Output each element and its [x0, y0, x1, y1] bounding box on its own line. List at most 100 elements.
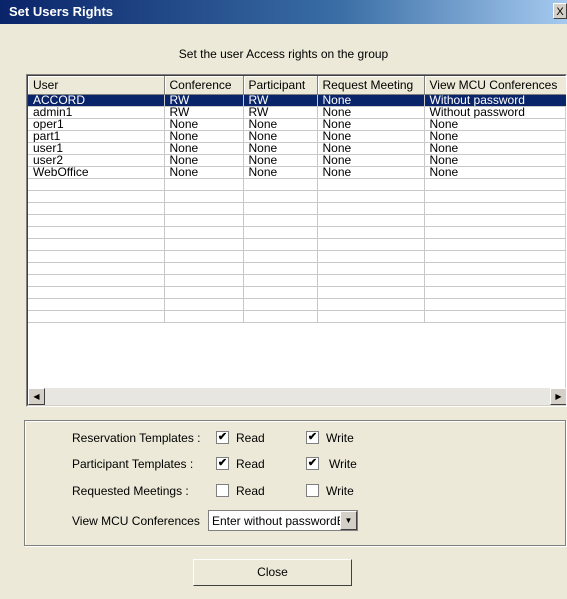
cell-view-mcu-conferences: None [424, 130, 566, 143]
view-mcu-conferences-dropdown[interactable]: Enter without passwordEnter without pass… [208, 510, 358, 531]
cell-view-mcu-conferences [424, 274, 566, 287]
arrow-right-icon[interactable]: ▶ [550, 388, 566, 405]
cell-user [28, 190, 165, 203]
table-row[interactable]: admin1 RW RW None Without password [28, 106, 566, 119]
table-row[interactable]: user2 None None None None [28, 154, 566, 167]
cell-user [28, 274, 165, 287]
participant-templates-write-checkbox[interactable]: ✔ [306, 457, 319, 470]
instructions-caption: Set the user Access rights on the group [178, 47, 389, 61]
cell-conference: None [164, 142, 244, 155]
participant-templates-read-label: Read [236, 457, 265, 471]
cell-participant [243, 214, 318, 227]
cell-view-mcu-conferences [424, 250, 566, 263]
cell-conference: None [164, 130, 244, 143]
close-window-button[interactable]: X [553, 3, 567, 19]
cell-request-meeting [317, 202, 425, 215]
empty-table-row [28, 310, 566, 323]
cell-user [28, 202, 165, 215]
reservation-templates-write-checkbox[interactable]: ✔ [306, 431, 319, 444]
requested-meetings-read-checkbox[interactable] [216, 484, 229, 497]
reservation-templates-read-label: Read [236, 431, 265, 445]
cell-view-mcu-conferences [424, 190, 566, 203]
column-header-view-mcu-conferences[interactable]: View MCU Conferences [424, 76, 566, 95]
cell-view-mcu-conferences: None [424, 166, 566, 179]
cell-conference [164, 214, 244, 227]
participant-templates-read-checkbox[interactable]: ✔ [216, 457, 229, 470]
cell-view-mcu-conferences [424, 202, 566, 215]
column-header-user[interactable]: User [28, 76, 165, 95]
reservation-templates-label: Reservation Templates : [72, 431, 201, 445]
column-header-request-meeting[interactable]: Request Meeting [317, 76, 425, 95]
cell-request-meeting: None [317, 130, 425, 143]
cell-view-mcu-conferences: Without password [424, 94, 566, 107]
column-header-conference[interactable]: Conference [164, 76, 244, 95]
cell-participant: RW [243, 94, 318, 107]
cell-request-meeting: None [317, 154, 425, 167]
cell-participant: None [243, 166, 318, 179]
cell-request-meeting: None [317, 118, 425, 131]
cell-user [28, 178, 165, 191]
empty-table-row [28, 178, 566, 191]
user-rights-table: User Conference Participant Request Meet… [26, 74, 567, 407]
cell-participant [243, 202, 318, 215]
cell-view-mcu-conferences: None [424, 142, 566, 155]
cell-conference [164, 226, 244, 239]
cell-conference: RW [164, 94, 244, 107]
cell-conference [164, 250, 244, 263]
cell-conference [164, 310, 244, 323]
arrow-left-icon[interactable]: ◀ [28, 388, 45, 405]
cell-participant [243, 226, 318, 239]
close-button[interactable]: Close [193, 559, 352, 586]
cell-participant: None [243, 154, 318, 167]
cell-request-meeting: None [317, 106, 425, 119]
cell-request-meeting [317, 238, 425, 251]
cell-participant: RW [243, 106, 318, 119]
cell-conference: None [164, 166, 244, 179]
cell-view-mcu-conferences: None [424, 118, 566, 131]
cell-conference [164, 202, 244, 215]
cell-view-mcu-conferences [424, 226, 566, 239]
table-row[interactable]: user1 None None None None [28, 142, 566, 155]
cell-user [28, 214, 165, 227]
table-row[interactable]: oper1 None None None None [28, 118, 566, 131]
cell-view-mcu-conferences [424, 178, 566, 191]
cell-participant [243, 190, 318, 203]
requested-meetings-write-label: Write [326, 484, 354, 498]
cell-view-mcu-conferences: None [424, 154, 566, 167]
cell-participant [243, 286, 318, 299]
view-mcu-conferences-selected: Enter without passwordEnter without pass… [212, 514, 340, 528]
cell-user [28, 298, 165, 311]
reservation-templates-write-label: Write [326, 431, 354, 445]
column-header-participant[interactable]: Participant [243, 76, 318, 95]
cell-conference [164, 286, 244, 299]
horizontal-scrollbar[interactable]: ◀ ▶ [28, 388, 566, 405]
cell-user [28, 310, 165, 323]
participant-templates-label: Participant Templates : [72, 457, 194, 471]
cell-request-meeting: None [317, 142, 425, 155]
table-row[interactable]: part1 None None None None [28, 130, 566, 143]
cell-participant: None [243, 130, 318, 143]
table-header-row: User Conference Participant Request Meet… [28, 76, 566, 95]
cell-conference [164, 274, 244, 287]
cell-view-mcu-conferences: Without password [424, 106, 566, 119]
cell-participant [243, 310, 318, 323]
reservation-templates-read-checkbox[interactable]: ✔ [216, 431, 229, 444]
cell-user: user1 [28, 142, 165, 155]
cell-request-meeting [317, 274, 425, 287]
table-row[interactable]: ACCORD RW RW None Without password [28, 94, 566, 107]
cell-conference [164, 238, 244, 251]
table-row[interactable]: WebOffice None None None None [28, 166, 566, 179]
cell-participant: None [243, 118, 318, 131]
empty-table-row [28, 286, 566, 299]
cell-request-meeting [317, 178, 425, 191]
cell-conference [164, 262, 244, 275]
cell-view-mcu-conferences [424, 262, 566, 275]
cell-participant [243, 238, 318, 251]
requested-meetings-write-checkbox[interactable] [306, 484, 319, 497]
cell-participant [243, 274, 318, 287]
cell-conference: None [164, 154, 244, 167]
window-title: Set Users Rights [9, 4, 114, 19]
cell-conference [164, 190, 244, 203]
chevron-down-icon[interactable]: ▼ [340, 511, 357, 530]
cell-user [28, 250, 165, 263]
